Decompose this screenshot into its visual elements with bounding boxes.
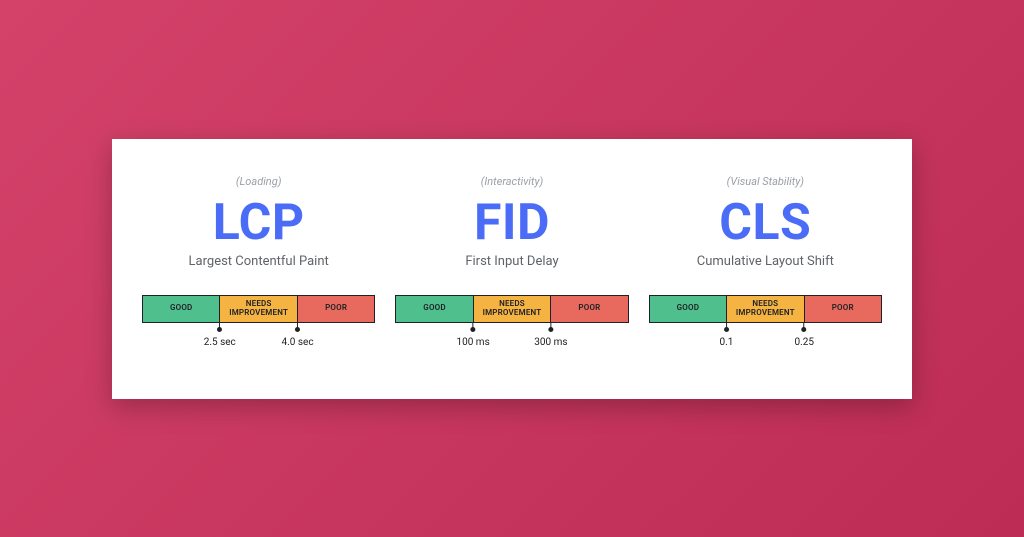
threshold-ticks: 2.5 sec 4.0 sec <box>142 323 375 351</box>
threshold-tick-2: 300 ms <box>534 323 567 348</box>
segment-poor: POOR <box>804 296 881 322</box>
segment-good: GOOD <box>650 296 726 322</box>
threshold-label: 0.25 <box>794 337 814 348</box>
segment-needs: NEEDS IMPROVEMENT <box>219 296 296 322</box>
threshold-bar: GOOD NEEDS IMPROVEMENT POOR 0.1 0.25 <box>649 295 882 351</box>
threshold-tick-2: 0.25 <box>794 323 814 348</box>
metric-category: (Visual Stability) <box>727 175 804 188</box>
metric-cls: (Visual Stability) CLS Cumulative Layout… <box>649 175 882 351</box>
threshold-label: 100 ms <box>456 337 489 348</box>
metric-abbr: CLS <box>719 198 811 248</box>
threshold-label: 2.5 sec <box>204 337 236 348</box>
threshold-tick-1: 100 ms <box>456 323 489 348</box>
segment-poor: POOR <box>550 296 627 322</box>
threshold-tick-2: 4.0 sec <box>282 323 314 348</box>
threshold-segments: GOOD NEEDS IMPROVEMENT POOR <box>649 295 882 323</box>
threshold-bar: GOOD NEEDS IMPROVEMENT POOR 2.5 sec 4.0 … <box>142 295 375 351</box>
segment-needs: NEEDS IMPROVEMENT <box>473 296 550 322</box>
threshold-segments: GOOD NEEDS IMPROVEMENT POOR <box>395 295 628 323</box>
segment-poor: POOR <box>297 296 374 322</box>
threshold-label: 0.1 <box>719 337 733 348</box>
metric-lcp: (Loading) LCP Largest Contentful Paint G… <box>142 175 375 351</box>
metric-category: (Interactivity) <box>481 175 544 188</box>
segment-good: GOOD <box>143 296 219 322</box>
threshold-tick-1: 2.5 sec <box>204 323 236 348</box>
metric-fullname: Largest Contentful Paint <box>189 254 329 269</box>
metric-fullname: First Input Delay <box>465 254 558 269</box>
threshold-tick-1: 0.1 <box>719 323 733 348</box>
metric-abbr: LCP <box>213 198 305 248</box>
threshold-segments: GOOD NEEDS IMPROVEMENT POOR <box>142 295 375 323</box>
metric-category: (Loading) <box>236 175 282 188</box>
metrics-card: (Loading) LCP Largest Contentful Paint G… <box>112 139 912 399</box>
threshold-label: 300 ms <box>534 337 567 348</box>
threshold-ticks: 0.1 0.25 <box>649 323 882 351</box>
segment-needs: NEEDS IMPROVEMENT <box>726 296 803 322</box>
threshold-label: 4.0 sec <box>282 337 314 348</box>
metric-fullname: Cumulative Layout Shift <box>697 254 834 269</box>
threshold-bar: GOOD NEEDS IMPROVEMENT POOR 100 ms 300 m… <box>395 295 628 351</box>
segment-good: GOOD <box>396 296 472 322</box>
metric-fid: (Interactivity) FID First Input Delay GO… <box>395 175 628 351</box>
metric-abbr: FID <box>474 198 550 248</box>
threshold-ticks: 100 ms 300 ms <box>395 323 628 351</box>
